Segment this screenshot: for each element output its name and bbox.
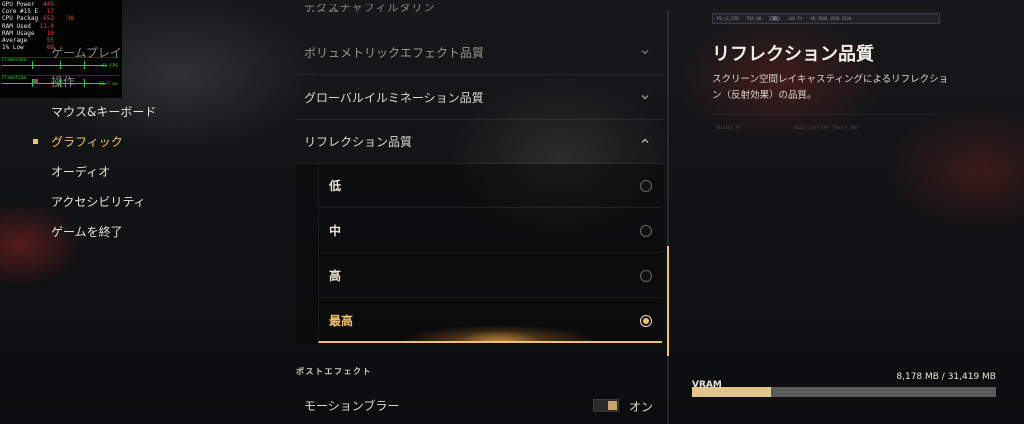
option-high[interactable]: 高 [318,254,662,298]
option-medium[interactable]: 中 [318,209,662,253]
graphics-settings-panel: テクスチャフィルタリング品質 ボリュメトリックエフェクト品質 グローバルイルミネ… [296,0,664,424]
settings-scrollbar-track[interactable] [667,10,669,424]
nav-item-controls[interactable]: 操作 [51,73,75,90]
info-divider [712,114,940,115]
radio-button[interactable] [640,225,652,237]
option-medium-label: 中 [329,224,342,238]
nav-item-accessibility[interactable]: アクセシビリティ [51,193,146,210]
info-faint-left: RELEASE 78 [716,125,741,130]
info-description: スクリーン空間レイキャスティングによるリフレクション（反射効果）の品質。 [712,74,949,101]
nav-marker-dim [33,79,38,84]
option-high-label: 高 [329,269,342,283]
setting-volumetric-effects-label: ボリュメトリックエフェクト品質 [304,46,485,60]
preview-text-3: 181 ft [787,16,803,21]
setting-volumetric-effects[interactable]: ボリュメトリックエフェクト品質 [296,31,664,75]
preview-text-4: 4K 7680 1920 4320 [810,16,852,21]
nav-item-quit-game[interactable]: ゲームを終了 [51,223,123,240]
preview-thumbnail: PS_st_678 TAA_00 3D 181 ft 4K 7680 1920 … [712,13,940,24]
setting-reflection-quality[interactable]: リフレクション品質 [296,120,664,164]
vram-bar [692,387,996,397]
vram-meter: VRAM 8,178 MB / 31,419 MB [692,372,996,397]
nav-active-marker [33,139,38,144]
setting-reflection-quality-label: リフレクション品質 [304,135,413,149]
motion-blur-toggle[interactable] [593,399,619,412]
section-heading-post-effects: ポストエフェクト [296,367,372,376]
nav-item-gameplay[interactable]: ゲームプレイ [51,44,122,61]
setting-motion-blur-label: モーションブラー [304,398,400,413]
preview-text-1: PS_st_678 [717,16,739,21]
setting-global-illumination-label: グローバルイルミネーション品質 [304,91,484,105]
radio-button[interactable] [640,180,652,192]
option-ultra[interactable]: 最高 [318,299,662,343]
setting-motion-blur[interactable]: モーションブラー オン [296,386,664,424]
option-low-label: 低 [329,179,342,193]
option-ultra-label: 最高 [329,313,354,328]
radio-button[interactable] [640,270,652,282]
nav-item-graphics[interactable]: グラフィック [51,133,123,150]
chevron-down-icon [641,95,649,100]
nav-item-mouse-keyboard[interactable]: マウス&キーボード [51,103,156,120]
settings-scrollbar-thumb[interactable] [667,246,669,356]
preview-text-2: TAA_00 [746,16,762,21]
preview-badge: 3D [769,16,780,21]
settings-nav: ゲームプレイ 操作 マウス&キーボード グラフィック オーディオ アクセシビリテ… [0,0,200,424]
chevron-up-icon [641,138,649,143]
option-low[interactable]: 低 [318,164,662,208]
info-faint-right: BUILD 3487 9787 7863 9 3887 [794,125,860,130]
info-title: リフレクション品質 [712,44,874,65]
reflection-quality-options: 低 中 高 最高 [296,164,664,344]
chevron-down-icon [641,50,649,55]
vram-bar-fill [692,387,772,397]
vram-usage-text: 8,178 MB / 31,419 MB [896,372,996,382]
radio-button-selected[interactable] [640,315,652,327]
nav-item-audio[interactable]: オーディオ [51,163,110,180]
clipped-setting-label: テクスチャフィルタリング品質 [304,4,436,12]
toggle-knob [608,401,617,410]
setting-info-panel: PS_st_678 TAA_00 3D 181 ft 4K 7680 1920 … [712,0,1012,424]
motion-blur-value: オン [629,400,654,414]
setting-global-illumination[interactable]: グローバルイルミネーション品質 [296,76,664,120]
